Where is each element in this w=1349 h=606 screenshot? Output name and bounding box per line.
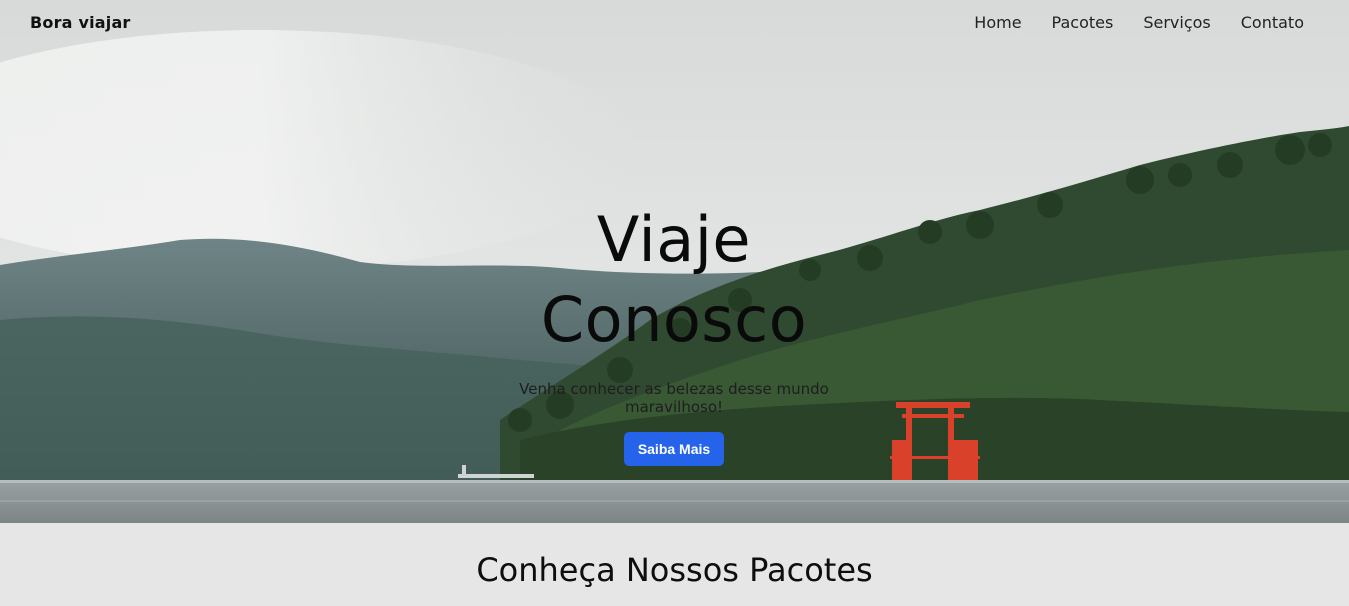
saiba-mais-button[interactable]: Saiba Mais bbox=[623, 432, 725, 466]
navbar: Bora viajar Home Pacotes Serviços Contat… bbox=[0, 0, 1349, 48]
brand-logo[interactable]: Bora viajar bbox=[30, 13, 131, 32]
hero-title-line2: Conosco bbox=[540, 283, 808, 356]
nav-link-pacotes[interactable]: Pacotes bbox=[1052, 13, 1114, 32]
nav-link-servicos[interactable]: Serviços bbox=[1143, 13, 1210, 32]
nav-links: Home Pacotes Serviços Contato bbox=[974, 13, 1304, 32]
hero-title: Viaje Conosco bbox=[474, 200, 874, 360]
hero-subtitle: Venha conhecer as belezas desse mundo ma… bbox=[519, 380, 829, 416]
hero-content: Viaje Conosco Venha conhecer as belezas … bbox=[474, 200, 874, 466]
nav-link-contato[interactable]: Contato bbox=[1241, 13, 1304, 32]
hero-title-line1: Viaje bbox=[596, 203, 752, 276]
packages-section-title: Conheça Nossos Pacotes bbox=[476, 551, 873, 589]
nav-link-home[interactable]: Home bbox=[974, 13, 1021, 32]
hero-section: Bora viajar Home Pacotes Serviços Contat… bbox=[0, 0, 1349, 523]
